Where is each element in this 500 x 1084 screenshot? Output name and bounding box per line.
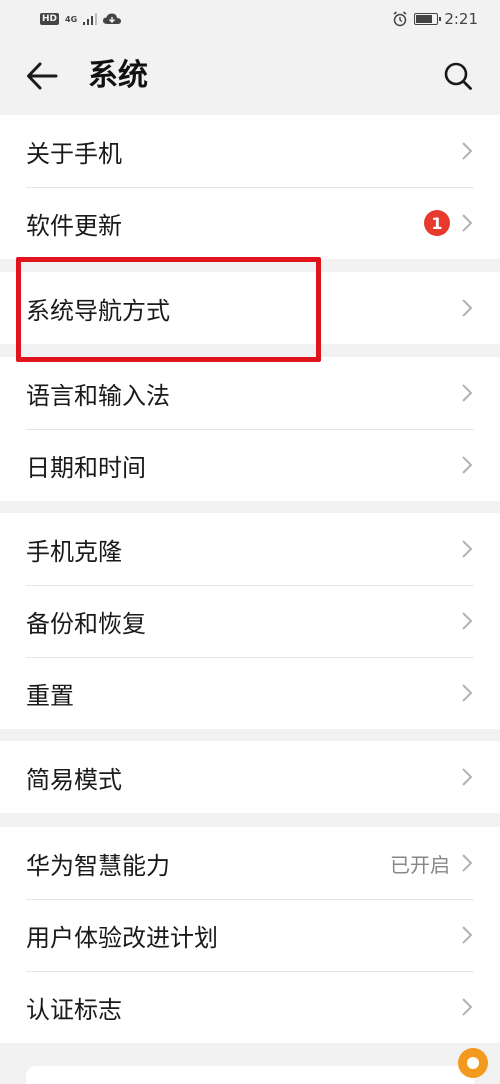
settings-group-misc: 华为智慧能力 已开启 用户体验改进计划 认证标志 — [0, 827, 500, 1043]
row-label: 重置 — [26, 681, 74, 710]
battery-fill — [416, 15, 433, 23]
row-certification[interactable]: 认证标志 — [0, 971, 500, 1043]
chevron-right-icon — [462, 998, 473, 1016]
search-icon — [444, 62, 472, 90]
row-reset[interactable]: 重置 — [0, 657, 500, 729]
row-huawei-smart[interactable]: 华为智慧能力 已开启 — [0, 827, 500, 899]
next-group-card — [26, 1066, 474, 1084]
cloud-icon — [103, 13, 122, 24]
chevron-right-icon — [462, 299, 473, 317]
chevron-right-icon — [462, 612, 473, 630]
chevron-right-icon — [462, 540, 473, 558]
row-about-phone[interactable]: 关于手机 — [0, 115, 500, 187]
row-label: 备份和恢复 — [26, 609, 146, 638]
row-label: 简易模式 — [26, 765, 122, 794]
row-label: 系统导航方式 — [26, 296, 170, 325]
status-bar: HD 4G 2:21 — [0, 0, 500, 38]
row-label: 华为智慧能力 — [26, 851, 170, 880]
row-user-experience[interactable]: 用户体验改进计划 — [0, 899, 500, 971]
row-phone-clone[interactable]: 手机克隆 — [0, 513, 500, 585]
signal-icon — [83, 13, 98, 25]
network-type: 4G — [65, 14, 78, 24]
watermark — [458, 1048, 488, 1078]
row-label: 关于手机 — [26, 139, 122, 168]
alarm-icon — [393, 11, 407, 27]
row-software-update[interactable]: 软件更新 1 — [0, 187, 500, 259]
chevron-right-icon — [462, 926, 473, 944]
row-language-input[interactable]: 语言和输入法 — [0, 357, 500, 429]
back-button[interactable] — [22, 56, 62, 96]
settings-group-simple-mode: 简易模式 — [0, 741, 500, 813]
status-bar-right: 2:21 — [392, 10, 478, 28]
chevron-right-icon — [462, 854, 473, 872]
chevron-right-icon — [462, 768, 473, 786]
row-label: 用户体验改进计划 — [26, 923, 218, 952]
row-label: 语言和输入法 — [26, 381, 170, 410]
settings-group-language-date: 语言和输入法 日期和时间 — [0, 357, 500, 501]
row-status-text: 已开启 — [390, 852, 450, 877]
row-system-navigation[interactable]: 系统导航方式 — [0, 272, 500, 344]
battery-icon — [414, 13, 442, 25]
chevron-right-icon — [462, 456, 473, 474]
update-count-badge: 1 — [424, 210, 450, 236]
row-date-time[interactable]: 日期和时间 — [0, 429, 500, 501]
back-arrow-icon — [27, 62, 58, 90]
chevron-right-icon — [462, 384, 473, 402]
settings-group-navigation: 系统导航方式 — [0, 272, 500, 344]
chevron-right-icon — [462, 214, 473, 232]
hd-badge: HD — [40, 13, 60, 25]
row-label: 认证标志 — [26, 995, 122, 1024]
watermark-logo-icon — [458, 1048, 488, 1078]
row-label: 软件更新 — [26, 211, 122, 240]
search-button[interactable] — [438, 56, 478, 96]
row-simple-mode[interactable]: 简易模式 — [0, 741, 500, 813]
settings-group-about: 关于手机 软件更新 1 — [0, 115, 500, 259]
status-time: 2:21 — [444, 10, 478, 28]
app-bar: 系统 — [0, 38, 500, 112]
row-label: 日期和时间 — [26, 453, 146, 482]
row-label: 手机克隆 — [26, 537, 122, 566]
status-bar-left: HD 4G — [40, 13, 122, 25]
chevron-right-icon — [462, 142, 473, 160]
settings-group-backup: 手机克隆 备份和恢复 重置 — [0, 513, 500, 729]
page-title: 系统 — [88, 58, 148, 93]
row-backup-restore[interactable]: 备份和恢复 — [0, 585, 500, 657]
chevron-right-icon — [462, 684, 473, 702]
